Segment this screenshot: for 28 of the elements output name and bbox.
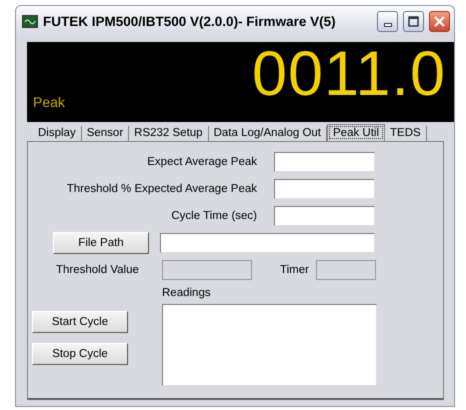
window-title: FUTEK IPM500/IBT500 V(2.0.0)- Firmware V(5) <box>43 14 337 28</box>
maximize-icon <box>407 14 420 28</box>
tab[interactable]: RS232 Setup <box>129 126 209 141</box>
mode-label: Peak <box>33 94 65 110</box>
field-label: Threshold % Expected Average Peak <box>66 183 257 195</box>
file-path-field[interactable] <box>160 233 375 253</box>
file-path-button[interactable]: File Path <box>53 232 149 254</box>
minimize-button[interactable] <box>377 10 398 32</box>
app-icon <box>22 14 38 28</box>
close-button[interactable] <box>429 10 450 32</box>
reading-value: 0011.0 <box>252 38 446 110</box>
field-label: Cycle Time (sec) <box>170 210 257 222</box>
field-label: Timer <box>280 264 310 276</box>
maximize-button[interactable] <box>403 10 424 32</box>
input-field[interactable] <box>274 206 375 226</box>
close-icon <box>433 14 446 28</box>
tab[interactable]: Sensor <box>82 126 130 141</box>
cycle-button[interactable]: Stop Cycle <box>32 343 128 365</box>
minimize-icon <box>384 23 392 27</box>
field-label: Expect Average Peak <box>146 156 257 168</box>
field-label: Threshold Value <box>56 264 140 276</box>
input-field[interactable] <box>274 179 375 199</box>
cycle-button[interactable]: Start Cycle <box>32 311 128 333</box>
readings-label: Readings <box>162 287 212 299</box>
tab[interactable]: TEDS <box>385 126 427 141</box>
tab[interactable]: Display <box>33 126 82 141</box>
tab[interactable]: Peak Util <box>327 124 386 141</box>
input-field[interactable] <box>274 152 375 172</box>
